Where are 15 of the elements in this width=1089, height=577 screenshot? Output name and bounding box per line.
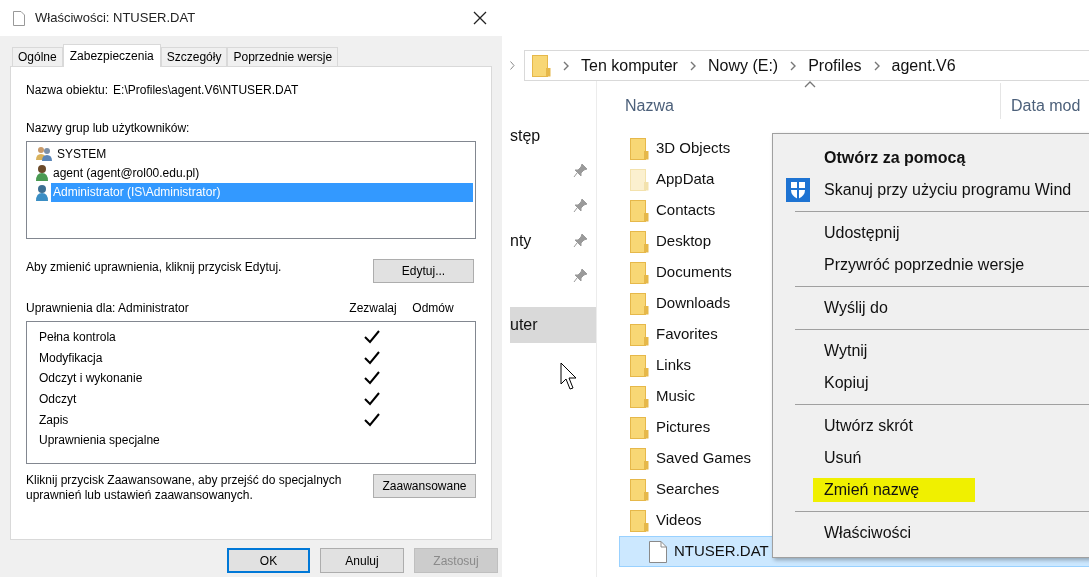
object-name-label: Nazwa obiektu: [26,82,109,99]
object-name-value: E:\Profiles\agent.V6\NTUSER.DAT [113,82,299,99]
permission-name: Uprawnienia specjalne [39,432,161,450]
permission-name: Odczyt i wykonanie [39,370,144,388]
permission-name: Odczyt [39,391,78,409]
column-header: Odmów [411,300,455,317]
permission-name: Pełna kontrola [39,329,117,347]
edit-hint: Aby zmienić uprawnienia, kliknij przycisk Edytuj. [26,259,282,276]
groups-label: Nazwy grup lub użytkowników: [26,120,191,137]
permission-name: Modyfikacja [39,349,104,367]
window-title: Właściwości: NTUSER.DAT [35,9,196,28]
column-header: Zezwalaj [348,300,398,317]
permission-name: Zapis [39,411,70,429]
permissions-label: Uprawnienia dla: Administrator [26,300,190,317]
advanced-hint: Kliknij przycisk Zaawansowane, aby przejść do specjalnych uprawnień lub ustawień zaawansowanych. [26,473,343,503]
